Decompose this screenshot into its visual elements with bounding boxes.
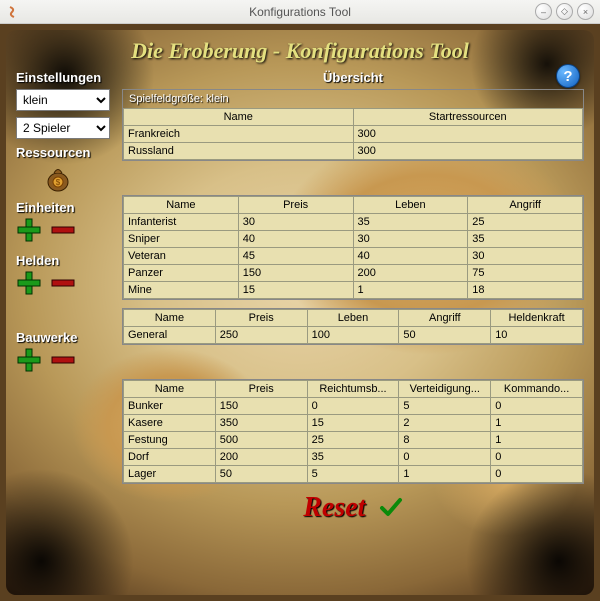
col-header: Reichtumsb...	[307, 381, 399, 398]
svg-text:$: $	[56, 178, 61, 187]
heroes-table: NamePreisLebenAngriffHeldenkraftGeneral2…	[123, 309, 583, 344]
moneybag-icon: $	[44, 162, 72, 192]
table-row[interactable]: Panzer15020075	[124, 265, 583, 282]
col-header: Kommando...	[491, 381, 583, 398]
java-icon	[6, 5, 20, 19]
col-header: Name	[124, 310, 216, 327]
units-panel: NamePreisLebenAngriffInfanterist303525Sn…	[122, 195, 584, 300]
reset-button[interactable]: Reset	[303, 492, 365, 524]
close-button[interactable]: ×	[577, 3, 594, 20]
players-select[interactable]: 2 Spieler	[16, 117, 110, 139]
col-header: Name	[124, 381, 216, 398]
units-label: Einheiten	[16, 200, 118, 215]
maximize-button[interactable]: ◇	[556, 3, 573, 20]
window-title: Konfigurations Tool	[249, 5, 351, 19]
minimize-button[interactable]: –	[535, 3, 552, 20]
col-header: Angriff	[468, 197, 583, 214]
table-row[interactable]: General2501005010	[124, 327, 583, 344]
window-titlebar: Konfigurations Tool – ◇ ×	[0, 0, 600, 24]
table-row[interactable]: Veteran454030	[124, 248, 583, 265]
table-row[interactable]: Russland300	[124, 143, 583, 160]
buildings-add-button[interactable]	[16, 347, 42, 373]
col-header: Angriff	[399, 310, 491, 327]
table-row[interactable]: Festung5002581	[124, 432, 583, 449]
col-header: Startressourcen	[353, 109, 583, 126]
players-panel: Spielfeldgröße: klein NameStartressource…	[122, 89, 584, 161]
heroes-label: Helden	[16, 253, 118, 268]
heroes-add-button[interactable]	[16, 270, 42, 296]
buildings-remove-button[interactable]	[50, 353, 76, 367]
table-row[interactable]: Frankreich300	[124, 126, 583, 143]
settings-label: Einstellungen	[16, 70, 118, 85]
col-header: Leben	[353, 197, 468, 214]
col-header: Verteidigung...	[399, 381, 491, 398]
table-row[interactable]: Lager50510	[124, 466, 583, 483]
table-row[interactable]: Dorf2003500	[124, 449, 583, 466]
col-header: Name	[124, 109, 354, 126]
overview-heading: Übersicht	[122, 70, 584, 85]
buildings-panel: NamePreisReichtumsb...Verteidigung...Kom…	[122, 379, 584, 484]
fieldsize-select[interactable]: klein	[16, 89, 110, 111]
col-header: Preis	[215, 381, 307, 398]
help-button[interactable]: ?	[556, 64, 580, 88]
units-remove-button[interactable]	[50, 223, 76, 237]
table-row[interactable]: Bunker150050	[124, 398, 583, 415]
table-row[interactable]: Kasere3501521	[124, 415, 583, 432]
heroes-remove-button[interactable]	[50, 276, 76, 290]
col-header: Preis	[238, 197, 353, 214]
col-header: Leben	[307, 310, 399, 327]
app-title: Die Eroberung - Konfigurations Tool	[16, 38, 584, 64]
table-row[interactable]: Infanterist303525	[124, 214, 583, 231]
players-table: NameStartressourcenFrankreich300Russland…	[123, 108, 583, 160]
col-header: Name	[124, 197, 239, 214]
units-add-button[interactable]	[16, 217, 42, 243]
table-row[interactable]: Mine15118	[124, 282, 583, 299]
col-header: Preis	[215, 310, 307, 327]
confirm-button[interactable]	[379, 495, 403, 522]
buildings-label: Bauwerke	[16, 330, 118, 345]
resources-label: Ressourcen	[16, 145, 118, 160]
fieldsize-text: Spielfeldgröße: klein	[123, 90, 583, 108]
table-row[interactable]: Sniper403035	[124, 231, 583, 248]
heroes-panel: NamePreisLebenAngriffHeldenkraftGeneral2…	[122, 308, 584, 345]
buildings-table: NamePreisReichtumsb...Verteidigung...Kom…	[123, 380, 583, 483]
units-table: NamePreisLebenAngriffInfanterist303525Sn…	[123, 196, 583, 299]
col-header: Heldenkraft	[491, 310, 583, 327]
